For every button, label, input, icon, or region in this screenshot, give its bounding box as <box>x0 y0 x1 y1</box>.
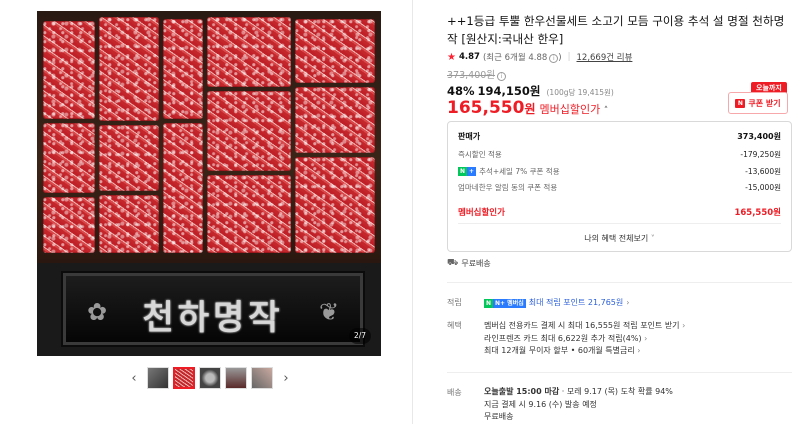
chevron-right-icon: › <box>644 333 648 343</box>
rating-score: 4.87 <box>458 52 480 62</box>
meat-slice <box>295 157 375 253</box>
points-label: 적립 <box>447 298 462 307</box>
benefit-row-total: 멤버십할인가 165,550원 <box>458 208 781 218</box>
info-icon[interactable]: i <box>549 54 559 63</box>
benefit-row-coupon: N + 추석+세일 7% 쿠폰 적용 -13,600원 <box>458 167 781 176</box>
thumbnail-1[interactable] <box>147 367 169 389</box>
meat-slice <box>295 19 375 83</box>
divider: | <box>567 52 571 62</box>
meat-slice <box>207 175 291 253</box>
main-product-image[interactable]: ✿ 천하명작 ❦ 2/7 <box>37 11 381 356</box>
coupon-icon: N <box>735 98 746 108</box>
coupon-label: 쿠폰 받기 <box>748 98 781 108</box>
prev-image-arrow[interactable]: ‹ <box>125 366 143 390</box>
meat-slice <box>295 87 375 153</box>
coupon-download-button[interactable]: N 쿠폰 받기 <box>728 92 788 114</box>
perks-body: 멤버십 전용카드 결제 시 최대 16,555원 적립 포인트 받기 › 라인프… <box>484 320 685 358</box>
perk-line[interactable]: 라인프렌즈 카드 최대 6,622원 추가 적립(4%) › <box>484 333 685 346</box>
thumbnail-strip: ‹ › <box>125 366 295 390</box>
chevron-up-icon: ˄ <box>603 106 609 116</box>
naver-plus-membership-icon: N N+ 멤버십 <box>484 298 526 308</box>
thumbnail-5[interactable] <box>251 367 273 389</box>
divider <box>447 372 792 373</box>
product-gallery: ✿ 천하명작 ❦ 2/7 ‹ › <box>0 0 413 424</box>
meat-slice <box>43 197 95 253</box>
meat-slice <box>43 21 95 119</box>
product-info: ++1등급 투뿔 한우선물세트 소고기 모듬 구이용 추석 설 명절 천하명작 … <box>447 0 800 424</box>
perks-label: 혜택 <box>447 321 462 330</box>
image-counter: 2/7 <box>349 328 371 344</box>
naver-plus-badge-icon: N + <box>458 167 477 176</box>
brand-plaque: ✿ 천하명작 ❦ <box>63 273 363 345</box>
delivery-label: 배송 <box>447 388 462 397</box>
meat-slice <box>99 195 159 253</box>
rating-row: ★ 4.87 (최근 6개월 4.88 i) | 12,669건 리뷰 <box>447 51 632 63</box>
delivery-line: 지금 결제 시 9.16 (수) 발송 예정 <box>484 399 597 409</box>
member-price-row: 165,550원 멤버십할인가 ˄ <box>447 98 608 118</box>
delivery-body: 오늘출발 15:00 마감 · 모레 9.17 (목) 도착 확률 94% 지금… <box>484 386 673 424</box>
perk-line[interactable]: 최대 12개월 무이자 할부 • 60개월 특별금리 › <box>484 345 685 358</box>
delivery-line: 무료배송 <box>484 412 514 421</box>
truck-icon: ⛟ <box>447 258 459 268</box>
divider <box>447 282 792 283</box>
sale-price-row: 48% 194,150원 (100g당 19,415원) <box>447 83 614 99</box>
tiger-decoration-icon: ❦ <box>318 298 340 326</box>
benefit-row-alarm-coupon: 엄마네한우 알림 동의 쿠폰 적용 -15,000원 <box>458 183 781 192</box>
meat-tray <box>37 11 381 263</box>
thumbnail-3[interactable] <box>199 367 221 389</box>
meat-slice <box>207 17 291 87</box>
sale-price: 194,150원 <box>477 84 541 98</box>
chevron-down-icon: ˅ <box>650 234 655 243</box>
price-info-icon[interactable]: i <box>497 72 507 81</box>
points-body: N N+ 멤버십 최대 적립 포인트 21,765원 › <box>484 297 629 310</box>
perk-line[interactable]: 멤버십 전용카드 결제 시 최대 16,555원 적립 포인트 받기 › <box>484 320 685 333</box>
delivery-line: 오늘출발 15:00 마감 · 모레 9.17 (목) 도착 확률 94% <box>484 387 673 396</box>
original-price: 373,400원 i <box>447 67 507 81</box>
chevron-right-icon: › <box>682 321 686 330</box>
thumbnail-2[interactable] <box>173 367 195 389</box>
divider <box>458 223 781 224</box>
price-benefit-box: 판매가 373,400원 즉시할인 적용 -179,250원 N + 추석+세일 7… <box>447 121 792 252</box>
chevron-right-icon: › <box>626 298 630 307</box>
view-all-benefits-link[interactable]: 나의 혜택 전체보기 ˅ <box>448 233 791 244</box>
meat-slice <box>99 125 159 191</box>
meat-slice <box>99 17 159 121</box>
meat-slice <box>163 123 203 253</box>
review-count-link[interactable]: 12,669건 리뷰 <box>577 51 633 63</box>
benefit-row-list-price: 판매가 373,400원 <box>458 132 781 141</box>
thumbnail-4[interactable] <box>225 367 247 389</box>
unit-price: (100g당 19,415원) <box>546 88 614 97</box>
chevron-right-icon: › <box>637 346 641 355</box>
discount-rate: 48% <box>447 84 475 98</box>
meat-slice <box>207 91 291 171</box>
max-points-link[interactable]: 최대 적립 포인트 21,765원 <box>529 297 624 310</box>
member-price: 165,550원 <box>447 98 536 118</box>
product-title: ++1등급 투뿔 한우선물세트 소고기 모듬 구이용 추석 설 명절 천하명작 … <box>447 14 785 46</box>
star-icon: ★ <box>447 51 456 63</box>
meat-slice <box>163 19 203 119</box>
meat-slice <box>43 123 95 193</box>
free-shipping-note: ⛟ 무료배송 <box>447 258 491 268</box>
member-price-toggle[interactable]: 멤버십할인가 ˄ <box>539 101 608 117</box>
benefit-row-instant-discount: 즉시할인 적용 -179,250원 <box>458 150 781 159</box>
next-image-arrow[interactable]: › <box>277 366 295 390</box>
rating-detail: (최근 6개월 4.88 i) <box>482 53 562 63</box>
